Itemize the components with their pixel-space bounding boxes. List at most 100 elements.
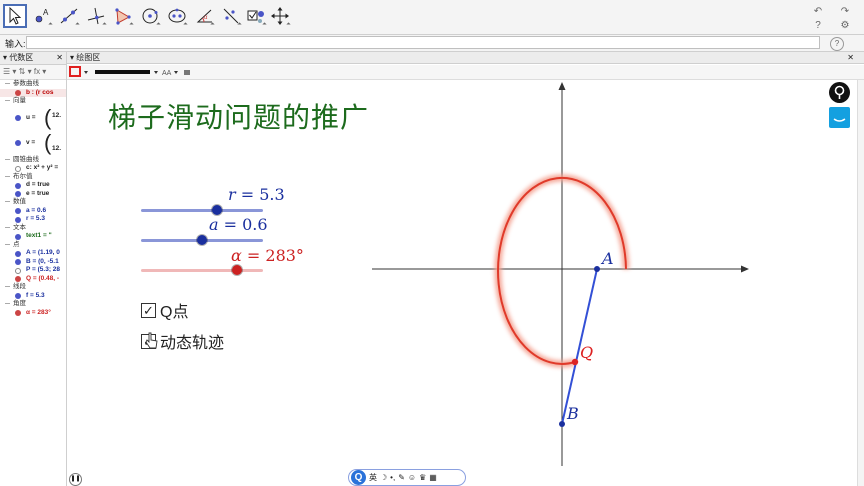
visibility-dot[interactable] — [15, 165, 21, 172]
algebra-item[interactable]: v =(12. — [0, 130, 66, 156]
algebra-item[interactable]: α = 283° — [0, 309, 66, 318]
line-tool-button[interactable] — [57, 4, 81, 28]
visibility-dot[interactable] — [15, 293, 21, 299]
hand-cursor-icon — [145, 332, 158, 349]
visibility-dot[interactable] — [15, 182, 21, 189]
category-angle[interactable]: 角度 — [0, 300, 66, 309]
color-swatch-icon — [69, 66, 81, 77]
gear-icon[interactable]: ⚙ — [834, 19, 856, 33]
help-icon[interactable]: ? — [807, 19, 829, 33]
chevron-down-icon — [174, 71, 178, 74]
punctuation-icon[interactable]: •, — [390, 473, 395, 482]
algebra-item[interactable]: text1 = " — [0, 232, 66, 241]
checkbox-show-q[interactable]: ✓ Q点 — [141, 298, 188, 322]
locus-curve — [497, 176, 627, 365]
grid-icon[interactable]: ▦ — [429, 473, 437, 482]
aux-objects-icon[interactable]: ⇅ ▾ — [19, 67, 32, 76]
category-number[interactable]: 数值 — [0, 198, 66, 207]
category-text[interactable]: 文本 — [0, 224, 66, 233]
visibility-dot[interactable] — [15, 267, 21, 274]
undo-button[interactable]: ↶ — [807, 5, 829, 19]
slider-alpha-track[interactable] — [141, 268, 263, 272]
slider-a-handle[interactable] — [197, 235, 207, 245]
chevron-down-icon — [84, 71, 88, 74]
svg-text:α: α — [204, 15, 208, 21]
move-tool-button[interactable] — [3, 4, 27, 28]
style-bar: AA — [67, 65, 864, 80]
algebra-item[interactable]: A = (1.19, 0 — [0, 249, 66, 258]
ellipse-tool-button[interactable] — [165, 4, 189, 28]
skin-icon[interactable]: ♛ — [419, 473, 426, 482]
algebra-item[interactable]: b : (r cos — [0, 88, 66, 97]
checkbox-label: Q点 — [160, 304, 189, 321]
category-vector[interactable]: 向量 — [0, 97, 66, 106]
visibility-dot[interactable] — [15, 90, 21, 96]
visibility-dot[interactable] — [15, 250, 21, 257]
pause-animation-button[interactable]: ❚❚ — [69, 473, 82, 486]
circle-tool-button[interactable] — [138, 4, 162, 28]
algebra-item[interactable]: P = (5.3; 28 — [0, 266, 66, 275]
graphics-view-header: ▾ 绘图区 ✕ — [67, 52, 864, 64]
lock-icon — [184, 70, 190, 75]
checkbox-tool-button[interactable] — [244, 4, 268, 28]
algebra-item[interactable]: B = (0, -5.1 — [0, 258, 66, 267]
input-method-bar[interactable]: Q 英 ☽ •, ✎ ☺ ♛ ▦ — [348, 469, 466, 486]
close-icon[interactable]: ✕ — [847, 52, 854, 64]
category-conic[interactable]: 圆锥曲线 — [0, 156, 66, 165]
visibility-dot[interactable] — [15, 139, 21, 146]
fx-icon[interactable]: fx ▾ — [34, 67, 46, 76]
visibility-dot[interactable] — [15, 114, 21, 121]
graphing-calculator-icon[interactable] — [829, 82, 850, 103]
sort-icon[interactable]: ☰ ▾ — [3, 67, 16, 76]
moon-icon[interactable]: ☽ — [380, 473, 387, 482]
redo-button[interactable]: ↷ — [834, 5, 856, 19]
locus-curve-glow — [494, 174, 630, 368]
command-input[interactable] — [26, 36, 820, 49]
slider-alpha-label: α = 283° — [231, 246, 304, 265]
category-parametric[interactable]: 参数曲线 — [0, 80, 66, 89]
algebra-item[interactable]: f = 5.3 — [0, 292, 66, 301]
slider-alpha-handle[interactable] — [232, 265, 243, 275]
visibility-dot[interactable] — [15, 191, 21, 197]
algebra-item[interactable]: a = 0.6 — [0, 207, 66, 216]
algebra-item[interactable]: c: x² + y² = — [0, 164, 66, 173]
algebra-item[interactable]: d = true — [0, 181, 66, 190]
visibility-dot[interactable] — [15, 216, 21, 223]
reflect-tool-button[interactable] — [219, 4, 243, 28]
category-boolean[interactable]: 布尔值 — [0, 173, 66, 182]
wrench-icon[interactable]: ✎ — [398, 473, 405, 482]
algebra-view-title: 代数区 — [9, 53, 34, 62]
vertical-scrollbar[interactable] — [857, 80, 864, 486]
chevron-down-icon — [154, 71, 158, 74]
emoji-icon[interactable]: ☺ — [408, 473, 416, 482]
visibility-dot[interactable] — [15, 259, 21, 265]
slider-r-handle[interactable] — [211, 205, 222, 215]
category-point[interactable]: 点 — [0, 241, 66, 250]
slider-r-track[interactable] — [141, 208, 263, 212]
algebra-item[interactable]: r = 5.3 — [0, 215, 66, 224]
apps-icon[interactable] — [829, 107, 850, 128]
close-icon[interactable]: ✕ — [56, 52, 63, 64]
algebra-toolbar: ☰ ▾ ⇅ ▾ fx ▾ — [0, 65, 66, 80]
visibility-dot[interactable] — [15, 310, 21, 316]
point-tool-button[interactable]: A — [30, 4, 54, 28]
angle-tool-button[interactable]: α — [192, 4, 216, 28]
input-help-icon[interactable]: ? — [830, 37, 844, 51]
ime-language[interactable]: 英 — [369, 472, 377, 483]
move-view-tool-button[interactable] — [268, 4, 292, 28]
algebra-item[interactable]: u =(12. — [0, 105, 66, 131]
visibility-dot[interactable] — [15, 276, 21, 282]
page-title: 梯子滑动问题的推广 — [108, 101, 370, 134]
visibility-dot[interactable] — [15, 233, 21, 240]
polygon-tool-button[interactable] — [111, 4, 135, 28]
algebra-item[interactable]: e = true — [0, 190, 66, 199]
category-segment[interactable]: 线段 — [0, 283, 66, 292]
algebra-view-header: ▾ 代数区 ✕ — [0, 52, 66, 65]
algebra-item[interactable]: Q = (0.48, - — [0, 275, 66, 284]
style-bar-controls: AA — [69, 66, 190, 77]
algebra-view: ▾ 代数区 ✕ ☰ ▾ ⇅ ▾ fx ▾ 参数曲线 b : (r cos 向量 u… — [0, 52, 67, 486]
point-b-label: B — [567, 404, 579, 423]
checkbox-box[interactable]: ✓ — [141, 302, 156, 318]
visibility-dot[interactable] — [15, 208, 21, 214]
perpendicular-tool-button[interactable] — [84, 4, 108, 28]
